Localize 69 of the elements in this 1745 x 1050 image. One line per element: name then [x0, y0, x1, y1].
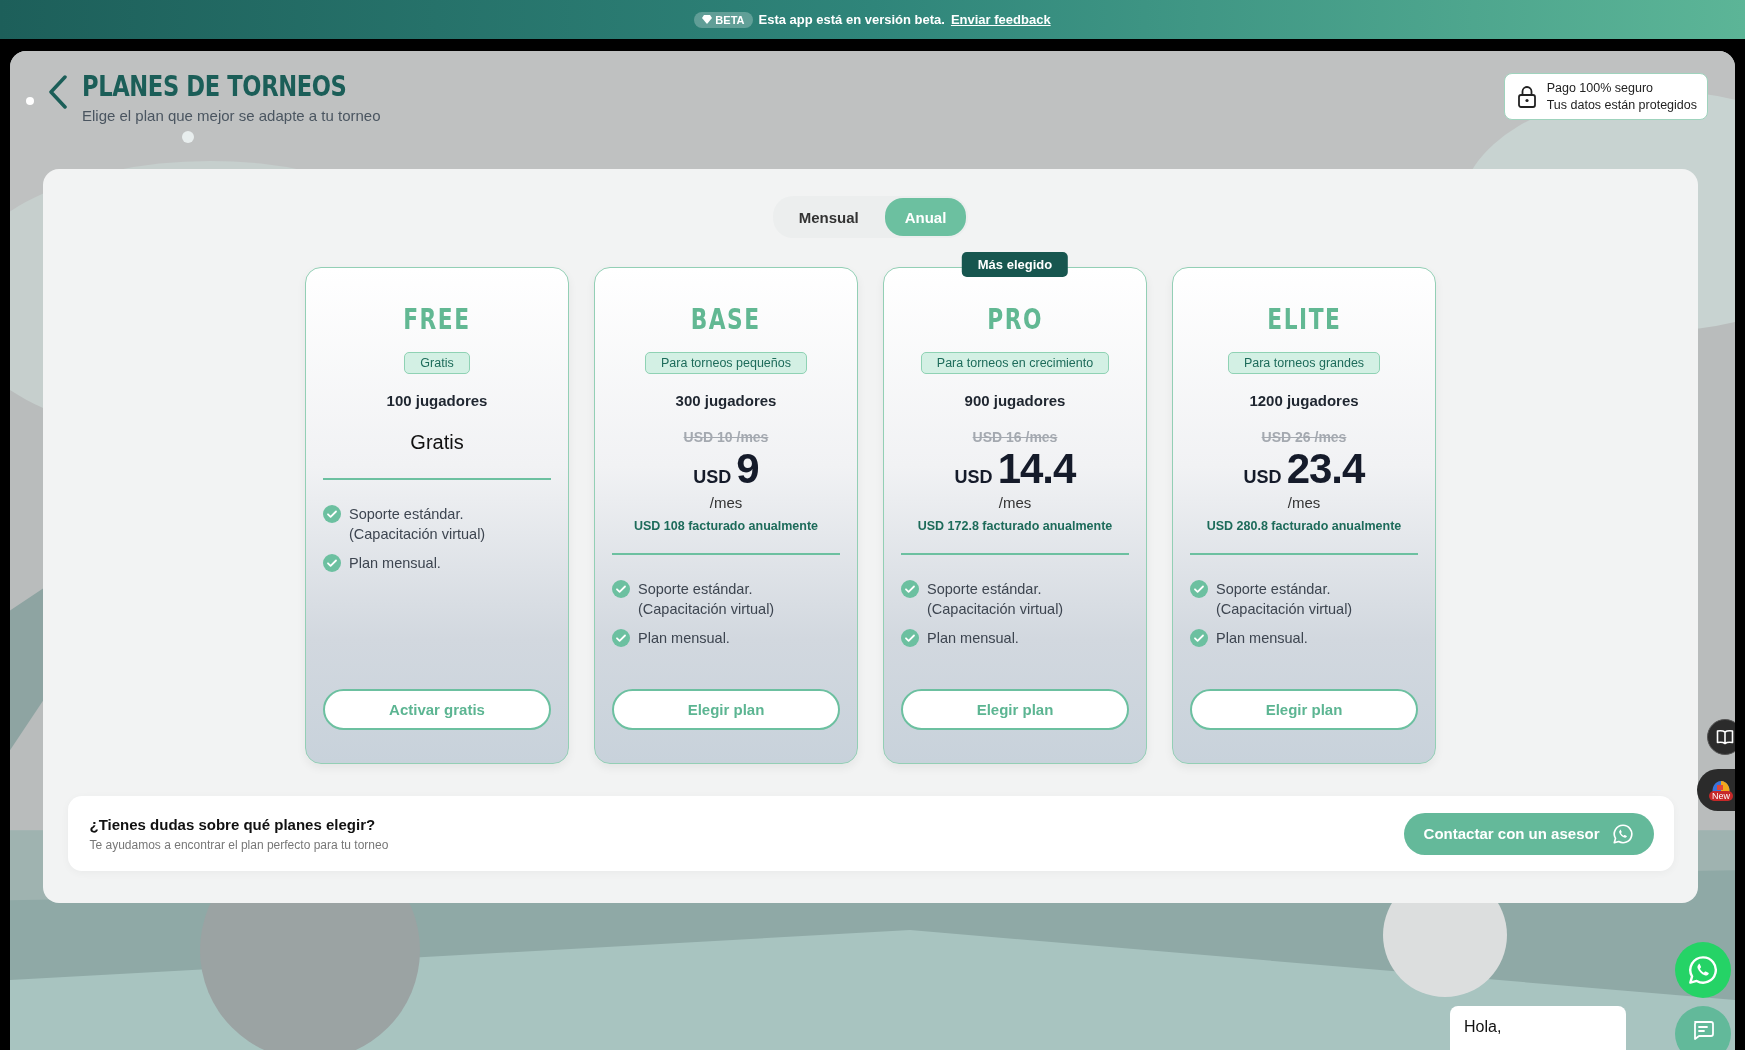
price-currency: USD [954, 467, 993, 488]
billing-note: USD 280.8 facturado anualmente [1206, 519, 1402, 533]
check-icon [612, 629, 630, 647]
check-icon [1190, 580, 1208, 598]
price-period: /mes [998, 494, 1032, 511]
check-icon [612, 580, 630, 598]
player-count: 900 jugadores [964, 392, 1066, 409]
check-icon [323, 505, 341, 523]
plan-name: ELITE [1267, 302, 1341, 336]
plan-name: PRO [987, 302, 1043, 336]
check-icon [901, 629, 919, 647]
help-title: ¿Tienes dudas sobre qué planes elegir? [89, 815, 377, 833]
billing-option[interactable]: Mensual [774, 198, 883, 236]
price-currency: USD [1243, 467, 1282, 488]
chat-greeting: Hola, [1450, 1006, 1626, 1050]
contact-button[interactable]: Contactar con un asesor [1403, 812, 1654, 855]
popular-badge: Más elegido [961, 252, 1069, 277]
billing-option[interactable]: Anual [884, 198, 967, 236]
feature-text: Soporte estándar. (Capacitación virtual) [1216, 580, 1354, 619]
page-subtitle: Elige el plan que mejor se adapte a tu torneo [82, 107, 382, 124]
price-amount: 9 [736, 445, 759, 493]
plan-tag: Para torneos en crecimiento [920, 352, 1110, 374]
player-count: 100 jugadores [386, 392, 488, 409]
feature-text: Soporte estándar. (Capacitación virtual) [349, 505, 487, 544]
page-title: PLANES DE TORNEOS [82, 69, 347, 103]
plan-tag: Para torneos grandes [1227, 352, 1381, 374]
book-icon [1716, 729, 1734, 745]
billing-note: USD 172.8 facturado anualmente [917, 519, 1113, 533]
plan-button[interactable]: Elegir plan [1190, 689, 1418, 730]
check-icon [323, 554, 341, 572]
beta-badge: BETA [694, 11, 753, 28]
lock-icon [1516, 84, 1537, 109]
banner-message: Esta app está en versión beta. [758, 12, 945, 27]
plan-button[interactable]: Elegir plan [901, 689, 1129, 730]
plan-tag: Gratis [404, 352, 470, 374]
price-period: /mes [1287, 494, 1321, 511]
price-period: /mes [709, 494, 743, 511]
feedback-link[interactable]: Enviar feedback [950, 12, 1051, 27]
plan-name: BASE [691, 302, 761, 336]
feature-text: Plan mensual. [349, 554, 442, 573]
plan-tag: Para torneos pequeños [645, 352, 807, 374]
price-text: Gratis [410, 431, 464, 455]
secure-title: Pago 100% seguro [1546, 81, 1654, 95]
diamond-icon [702, 15, 713, 24]
feature-text: Plan mensual. [927, 629, 1020, 648]
price-amount: 23.4 [1286, 445, 1365, 493]
feature-text: Soporte estándar. (Capacitación virtual) [927, 580, 1065, 619]
price-amount: 14.4 [997, 445, 1076, 493]
price-currency: USD [693, 467, 732, 488]
whatsapp-icon [1687, 954, 1719, 986]
plan-button[interactable]: Activar gratis [323, 689, 551, 730]
new-badge: New [1709, 790, 1733, 801]
help-subtitle: Te ayudamos a encontrar el plan perfecto para tu torneo [89, 837, 389, 852]
player-count: 300 jugadores [675, 392, 777, 409]
billing-note: USD 108 facturado anualmente [633, 519, 819, 533]
chat-icon [1692, 1020, 1714, 1040]
original-price: USD 16 /mes [972, 429, 1058, 445]
whatsapp-icon [1611, 822, 1634, 845]
player-count: 1200 jugadores [1249, 392, 1359, 409]
feature-text: Soporte estándar. (Capacitación virtual) [638, 580, 776, 619]
secure-subtitle: Tus datos están protegidos [1546, 98, 1697, 112]
original-price: USD 10 /mes [683, 429, 769, 445]
original-price: USD 26 /mes [1261, 429, 1347, 445]
plan-button[interactable]: Elegir plan [612, 689, 840, 730]
feature-text: Plan mensual. [1216, 629, 1309, 648]
plan-name: FREE [403, 302, 471, 336]
check-icon [901, 580, 919, 598]
feature-text: Plan mensual. [638, 629, 731, 648]
check-icon [1190, 629, 1208, 647]
